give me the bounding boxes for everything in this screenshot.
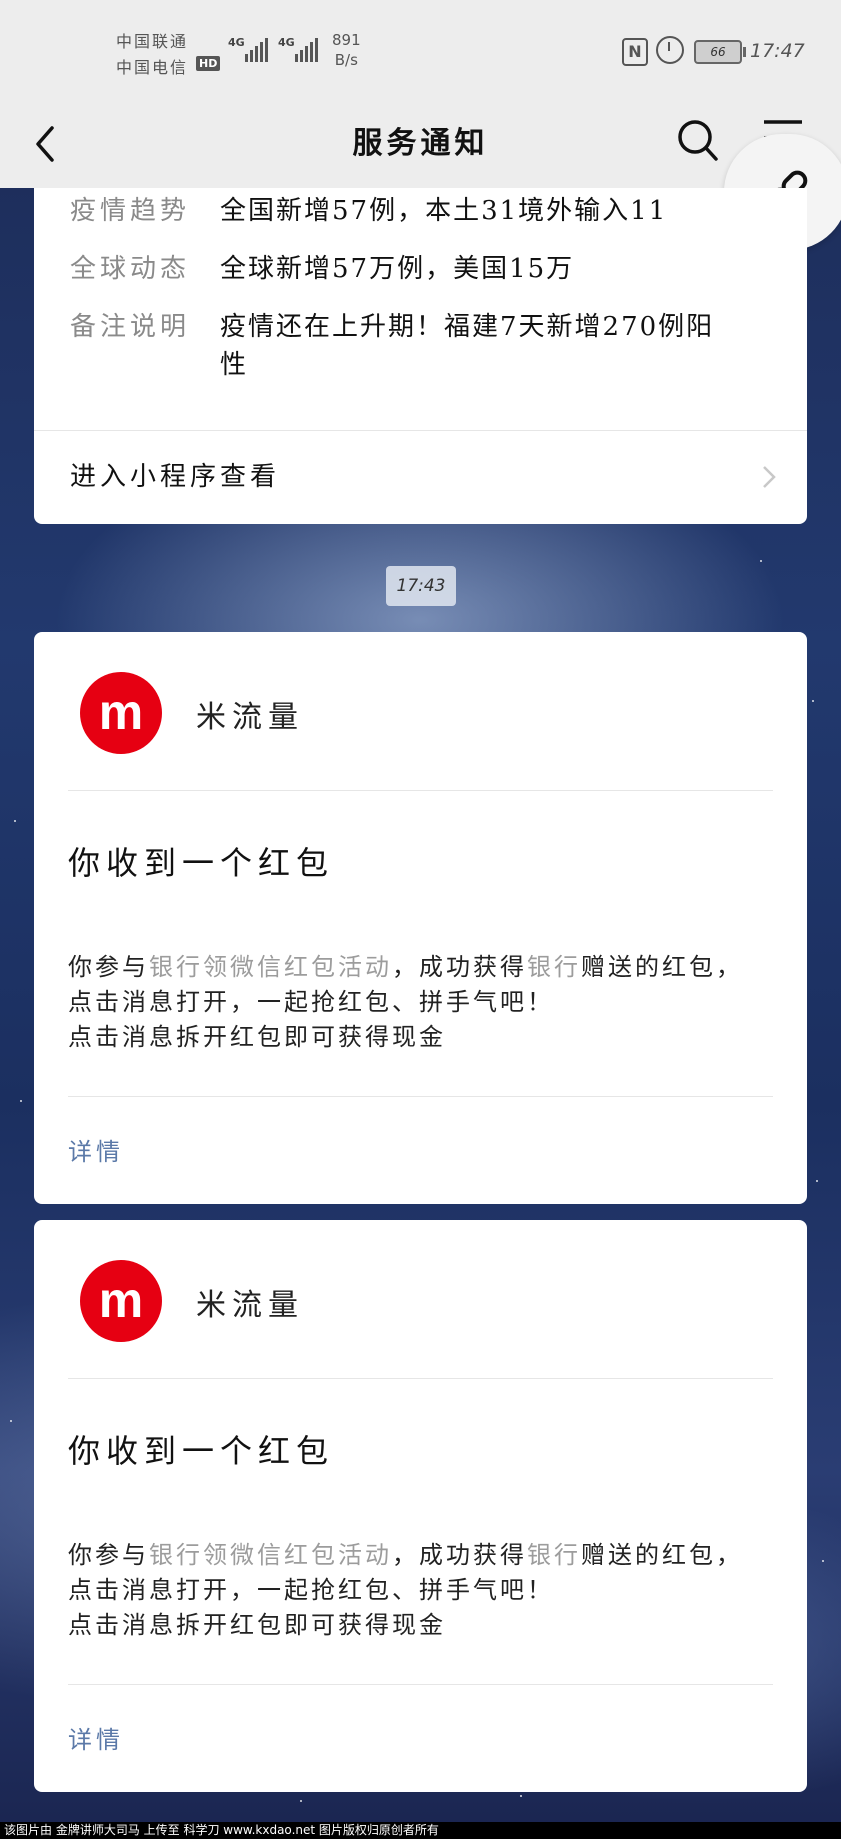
row-value: 疫情还在上升期！福建7天新增270例阳性	[220, 312, 715, 380]
body-text: 你参与	[68, 1541, 149, 1569]
sender-avatar[interactable]: m	[80, 672, 162, 754]
divider	[68, 790, 773, 791]
body-line-1: 你参与银行领微信红包活动，成功获得银行赠送的红包，点击消息打开，一起抢红包、拼手…	[68, 950, 757, 1020]
chevron-right-icon	[763, 466, 776, 488]
body-line-1: 你参与银行领微信红包活动，成功获得银行赠送的红包，点击消息打开，一起抢红包、拼手…	[68, 1538, 757, 1608]
network-speed: 891 B/s	[332, 30, 361, 70]
signal-bars-2-icon	[295, 36, 318, 62]
status-bar: 中国联通 中国电信 HD 4G 4G 891 B/s N 66 17:47	[0, 0, 841, 100]
footer-text: 该图片由 金牌讲师大司马 上传至 科学刀 www.kxdao.net 图片版权归…	[4, 1823, 439, 1837]
sender-avatar[interactable]: m	[80, 1260, 162, 1342]
nav-bar: 服务通知	[0, 100, 841, 188]
divider	[34, 430, 807, 431]
divider	[68, 1096, 773, 1097]
sender-name: 米流量	[196, 1288, 304, 1323]
body-text: 你参与	[68, 953, 149, 981]
carrier-2: 中国电信	[116, 58, 189, 77]
status-time: 17:47	[750, 40, 805, 62]
watermark-footer: 该图片由 金牌讲师大司马 上传至 科学刀 www.kxdao.net 图片版权归…	[0, 1822, 841, 1839]
body-text: ，成功获得	[392, 1541, 527, 1569]
body-highlight: 银行领微信红包活动	[149, 953, 392, 981]
carrier-1: 中国联通	[116, 32, 189, 51]
divider	[68, 1378, 773, 1379]
notification-card[interactable]: m 米流量 你收到一个红包 你参与银行领微信红包活动，成功获得银行赠送的红包，点…	[34, 1220, 807, 1792]
notification-title: 你收到一个红包	[68, 1432, 335, 1470]
row-label: 备注说明	[70, 312, 191, 342]
signal-bars-1-icon	[245, 36, 268, 62]
message-timestamp: 17:43	[386, 566, 456, 606]
search-icon[interactable]	[676, 116, 720, 166]
hd-badge: HD	[196, 56, 221, 71]
details-link[interactable]: 详情	[68, 1720, 124, 1755]
notification-title: 你收到一个红包	[68, 844, 335, 882]
nfc-icon: N	[622, 38, 648, 66]
network-type-2: 4G	[278, 36, 295, 49]
body-highlight: 银行	[527, 953, 581, 981]
battery-icon: 66	[694, 40, 746, 64]
divider	[68, 1684, 773, 1685]
row-label: 疫情趋势	[70, 196, 191, 226]
info-row: 备注说明 疫情还在上升期！福建7天新增270例阳性	[70, 308, 771, 388]
sender-name: 米流量	[196, 700, 304, 735]
body-line-2: 点击消息拆开红包即可获得现金	[68, 1611, 446, 1639]
alarm-icon	[656, 36, 684, 64]
notification-card[interactable]: m 米流量 你收到一个红包 你参与银行领微信红包活动，成功获得银行赠送的红包，点…	[34, 632, 807, 1204]
body-line-2: 点击消息拆开红包即可获得现金	[68, 1023, 446, 1051]
row-label: 全球动态	[70, 254, 191, 284]
body-text: ，成功获得	[392, 953, 527, 981]
epidemic-card[interactable]: 疫情趋势 全国新增57例，本土31境外输入11 全球动态 全球新增57万例，美国…	[34, 188, 807, 524]
notification-body: 你参与银行领微信红包活动，成功获得银行赠送的红包，点击消息打开，一起抢红包、拼手…	[68, 1538, 757, 1643]
notification-body: 你参与银行领微信红包活动，成功获得银行赠送的红包，点击消息打开，一起抢红包、拼手…	[68, 950, 757, 1055]
details-link[interactable]: 详情	[68, 1132, 124, 1167]
body-highlight: 银行	[527, 1541, 581, 1569]
row-value: 全国新增57例，本土31境外输入11	[220, 196, 668, 226]
row-value: 全球新增57万例，美国15万	[220, 254, 575, 284]
avatar-logo: m	[98, 684, 144, 740]
body-highlight: 银行领微信红包活动	[149, 1541, 392, 1569]
avatar-logo: m	[98, 1272, 144, 1328]
network-speed-unit: B/s	[334, 51, 358, 69]
network-speed-value: 891	[332, 31, 361, 49]
network-type-1: 4G	[228, 36, 245, 49]
open-mini-program-link[interactable]: 进入小程序查看	[70, 456, 280, 493]
